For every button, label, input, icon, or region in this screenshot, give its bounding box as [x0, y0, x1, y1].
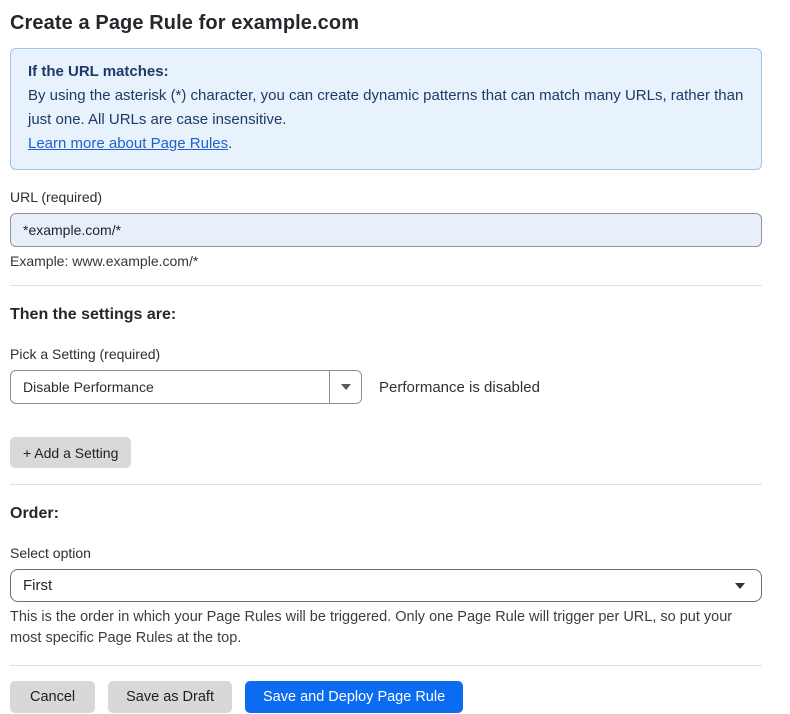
info-box-link-line: Learn more about Page Rules. [28, 132, 744, 156]
url-field-label: URL (required) [10, 189, 762, 205]
order-select[interactable]: First [10, 569, 762, 602]
link-suffix: . [228, 135, 232, 152]
cancel-button[interactable]: Cancel [10, 681, 95, 713]
order-select-value: First [23, 577, 52, 594]
settings-section-heading: Then the settings are: [10, 306, 762, 324]
url-match-info-box: If the URL matches: By using the asteris… [10, 48, 762, 170]
learn-more-link[interactable]: Learn more about Page Rules [28, 135, 228, 152]
add-setting-button[interactable]: + Add a Setting [10, 437, 131, 468]
divider [10, 285, 762, 286]
setting-picker-dropdown[interactable]: Disable Performance [10, 370, 362, 404]
setting-picker-label: Pick a Setting (required) [10, 346, 762, 362]
setting-status-text: Performance is disabled [379, 379, 540, 396]
create-page-rule-form: Create a Page Rule for example.com If th… [0, 0, 790, 713]
chevron-down-icon [341, 384, 351, 390]
divider [10, 484, 762, 485]
save-as-draft-button[interactable]: Save as Draft [108, 681, 232, 713]
divider [10, 665, 762, 666]
chevron-down-icon [735, 583, 745, 589]
order-select-label: Select option [10, 545, 762, 561]
order-help-text: This is the order in which your Page Rul… [10, 607, 758, 649]
page-title: Create a Page Rule for example.com [10, 12, 762, 35]
url-input[interactable] [10, 213, 762, 247]
info-box-heading: If the URL matches: [28, 60, 744, 84]
save-and-deploy-button[interactable]: Save and Deploy Page Rule [245, 681, 463, 713]
info-box-body: By using the asterisk (*) character, you… [28, 84, 744, 132]
setting-picker-value: Disable Performance [11, 371, 329, 403]
setting-row: Disable Performance Performance is disab… [10, 370, 762, 404]
url-example-text: Example: www.example.com/* [10, 253, 762, 269]
form-footer: Cancel Save as Draft Save and Deploy Pag… [10, 681, 762, 713]
setting-picker-arrow-button[interactable] [329, 371, 361, 403]
order-section-heading: Order: [10, 505, 762, 523]
